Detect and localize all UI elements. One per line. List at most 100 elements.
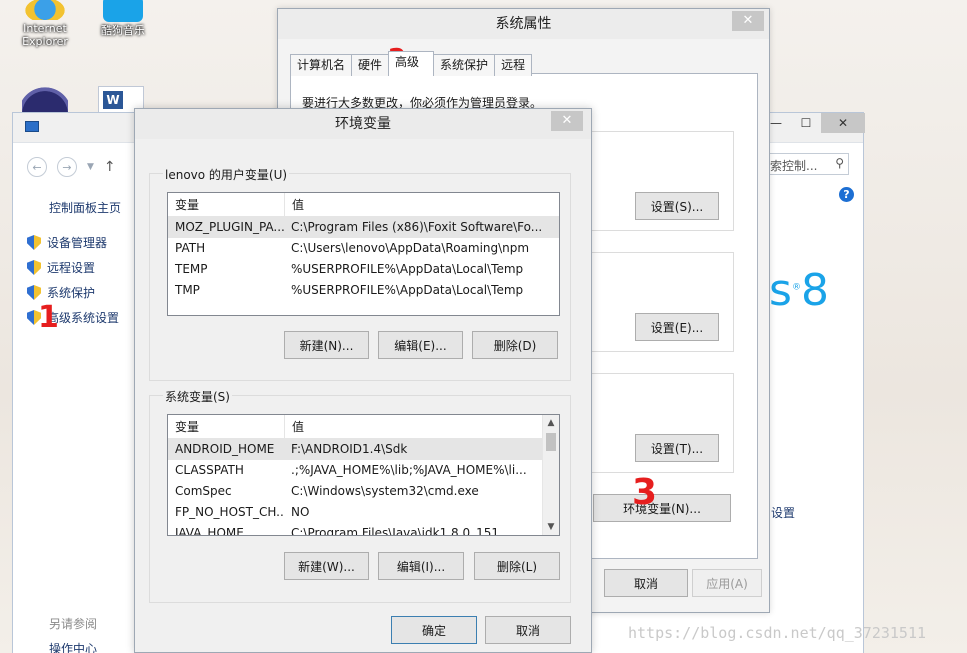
env-titlebar: 环境变量 ✕: [135, 109, 591, 139]
column-value[interactable]: 值: [285, 415, 304, 438]
internet-explorer-shortcut[interactable]: Internet Explorer: [10, 0, 80, 48]
shield-icon: [27, 260, 41, 275]
apply-button[interactable]: 应用(A): [692, 569, 762, 597]
var-value: C:\Program Files (x86)\Foxit Software\Fo…: [291, 220, 543, 234]
performance-settings-button[interactable]: 设置(S)...: [635, 192, 719, 220]
search-icon[interactable]: ⚲: [835, 156, 844, 170]
system-properties-titlebar: 系统属性 ✕: [278, 9, 769, 39]
change-settings-link[interactable]: 设置: [771, 504, 795, 521]
list-header: 变量 值: [168, 193, 559, 217]
user-variables-list[interactable]: 变量 值 MOZ_PLUGIN_PA... C:\Program Files (x…: [167, 192, 560, 316]
scroll-down-icon[interactable]: ▼: [543, 519, 559, 535]
table-row[interactable]: TMP %USERPROFILE%\AppData\Local\Temp: [168, 280, 559, 301]
window-controls: — ☐ ✕: [755, 113, 865, 143]
var-name: CLASSPATH: [175, 463, 244, 477]
tab-system-protection[interactable]: 系统保护: [433, 54, 496, 76]
action-center-link[interactable]: 操作中心: [49, 640, 97, 653]
up-button[interactable]: ↑: [104, 159, 116, 175]
scroll-thumb[interactable]: [546, 433, 556, 451]
navigation-bar: ← → ▼ ↑: [27, 157, 116, 177]
search-placeholder: 索控制...: [770, 159, 818, 173]
scroll-up-icon[interactable]: ▲: [543, 415, 559, 431]
var-name: TMP: [175, 283, 200, 297]
var-name: ComSpec: [175, 484, 232, 498]
windows-8-logo: s®8: [769, 265, 829, 316]
table-row[interactable]: CLASSPATH .;%JAVA_HOME%\lib;%JAVA_HOME%\l…: [168, 460, 542, 481]
eclipse-icon[interactable]: [22, 84, 68, 114]
system-variables-label: 系统变量(S): [163, 388, 232, 405]
var-name: PATH: [175, 241, 206, 255]
maximize-icon[interactable]: ☐: [791, 113, 821, 133]
annotation-3: 3: [632, 472, 658, 513]
device-manager-link[interactable]: 设备管理器: [27, 234, 107, 251]
search-input[interactable]: 索控制... ⚲: [765, 153, 849, 175]
table-row[interactable]: FP_NO_HOST_CH... NO: [168, 502, 542, 523]
column-value[interactable]: 值: [285, 193, 304, 216]
table-row[interactable]: JAVA_HOME C:\Program Files\Java\jdk1.8.0_…: [168, 523, 542, 536]
var-value: C:\Users\lenovo\AppData\Roaming\npm: [291, 241, 530, 255]
user-variables-label: lenovo 的用户变量(U): [163, 166, 290, 183]
table-row[interactable]: ANDROID_HOME F:\ANDROID1.4\Sdk: [168, 439, 542, 460]
startup-settings-button[interactable]: 设置(T)...: [635, 434, 719, 462]
var-name: JAVA_HOME: [175, 526, 244, 536]
var-name: TEMP: [175, 262, 208, 276]
system-protection-label: 系统保护: [47, 286, 96, 300]
user-delete-button[interactable]: 删除(D): [472, 331, 558, 359]
var-value: C:\Program Files\Java\jdk1.8.0_151: [291, 526, 500, 536]
back-button[interactable]: ←: [27, 157, 47, 177]
system-variables-list[interactable]: 变量 值 ANDROID_HOME F:\ANDROID1.4\Sdk CLASS…: [167, 414, 560, 536]
dialog-title: 系统属性: [495, 16, 552, 32]
system-new-button[interactable]: 新建(W)...: [284, 552, 369, 580]
column-variable[interactable]: 变量: [168, 193, 285, 216]
tab-remote[interactable]: 远程: [494, 54, 533, 76]
forward-button[interactable]: →: [57, 157, 77, 177]
remote-settings-link[interactable]: 远程设置: [27, 259, 95, 276]
help-icon[interactable]: ?: [839, 187, 854, 202]
device-manager-label: 设备管理器: [47, 236, 108, 250]
close-icon[interactable]: ✕: [732, 11, 764, 31]
system-edit-button[interactable]: 编辑(I)...: [378, 552, 464, 580]
column-variable[interactable]: 变量: [168, 415, 285, 438]
computer-icon: [25, 121, 39, 132]
shield-icon: [27, 285, 41, 300]
env-dialog-title: 环境变量: [335, 116, 391, 132]
shield-icon: [27, 235, 41, 250]
table-row[interactable]: ComSpec C:\Windows\system32\cmd.exe: [168, 481, 542, 502]
control-panel-home-link[interactable]: 控制面板主页: [49, 199, 121, 216]
var-name: ANDROID_HOME: [175, 442, 275, 456]
tab-hardware[interactable]: 硬件: [351, 54, 390, 76]
close-icon[interactable]: ✕: [821, 113, 865, 133]
windows-version-text: 8: [800, 265, 829, 316]
table-row[interactable]: PATH C:\Users\lenovo\AppData\Roaming\npm: [168, 238, 559, 259]
system-delete-button[interactable]: 删除(L): [474, 552, 560, 580]
var-value: C:\Windows\system32\cmd.exe: [291, 484, 479, 498]
ie-label: Internet Explorer: [22, 22, 68, 48]
vertical-scrollbar[interactable]: ▲ ▼: [542, 415, 559, 535]
kugou-label: 酷狗音乐: [101, 24, 145, 37]
table-row[interactable]: MOZ_PLUGIN_PA... C:\Program Files (x86)\F…: [168, 217, 559, 238]
environment-variables-button[interactable]: 环境变量(N)...: [593, 494, 731, 522]
history-dropdown-icon[interactable]: ▼: [87, 162, 94, 172]
kugou-music-icon: [103, 0, 143, 22]
var-name: FP_NO_HOST_CH...: [175, 505, 285, 519]
env-cancel-button[interactable]: 取消: [485, 616, 571, 644]
tab-advanced[interactable]: 高级: [388, 51, 435, 76]
tab-computer-name[interactable]: 计算机名: [290, 54, 353, 76]
var-value: %USERPROFILE%\AppData\Local\Temp: [291, 283, 524, 297]
system-protection-link[interactable]: 系统保护: [27, 284, 95, 301]
kugou-music-shortcut[interactable]: 酷狗音乐: [88, 0, 158, 37]
tab-strip: 计算机名 硬件 高级 系统保护 远程: [290, 51, 533, 76]
remote-settings-label: 远程设置: [47, 261, 96, 275]
ok-button[interactable]: 确定: [391, 616, 477, 644]
var-value: %USERPROFILE%\AppData\Local\Temp: [291, 262, 524, 276]
cancel-button[interactable]: 取消: [604, 569, 688, 597]
table-row[interactable]: TEMP %USERPROFILE%\AppData\Local\Temp: [168, 259, 559, 280]
user-new-button[interactable]: 新建(N)...: [284, 331, 369, 359]
user-edit-button[interactable]: 编辑(E)...: [378, 331, 463, 359]
close-icon[interactable]: ✕: [551, 111, 583, 131]
var-value: .;%JAVA_HOME%\lib;%JAVA_HOME%\li...: [291, 463, 527, 477]
var-value: F:\ANDROID1.4\Sdk: [291, 442, 408, 456]
user-profiles-settings-button[interactable]: 设置(E)...: [635, 313, 719, 341]
list-header: 变量 值: [168, 415, 559, 439]
internet-explorer-icon: [22, 0, 68, 20]
